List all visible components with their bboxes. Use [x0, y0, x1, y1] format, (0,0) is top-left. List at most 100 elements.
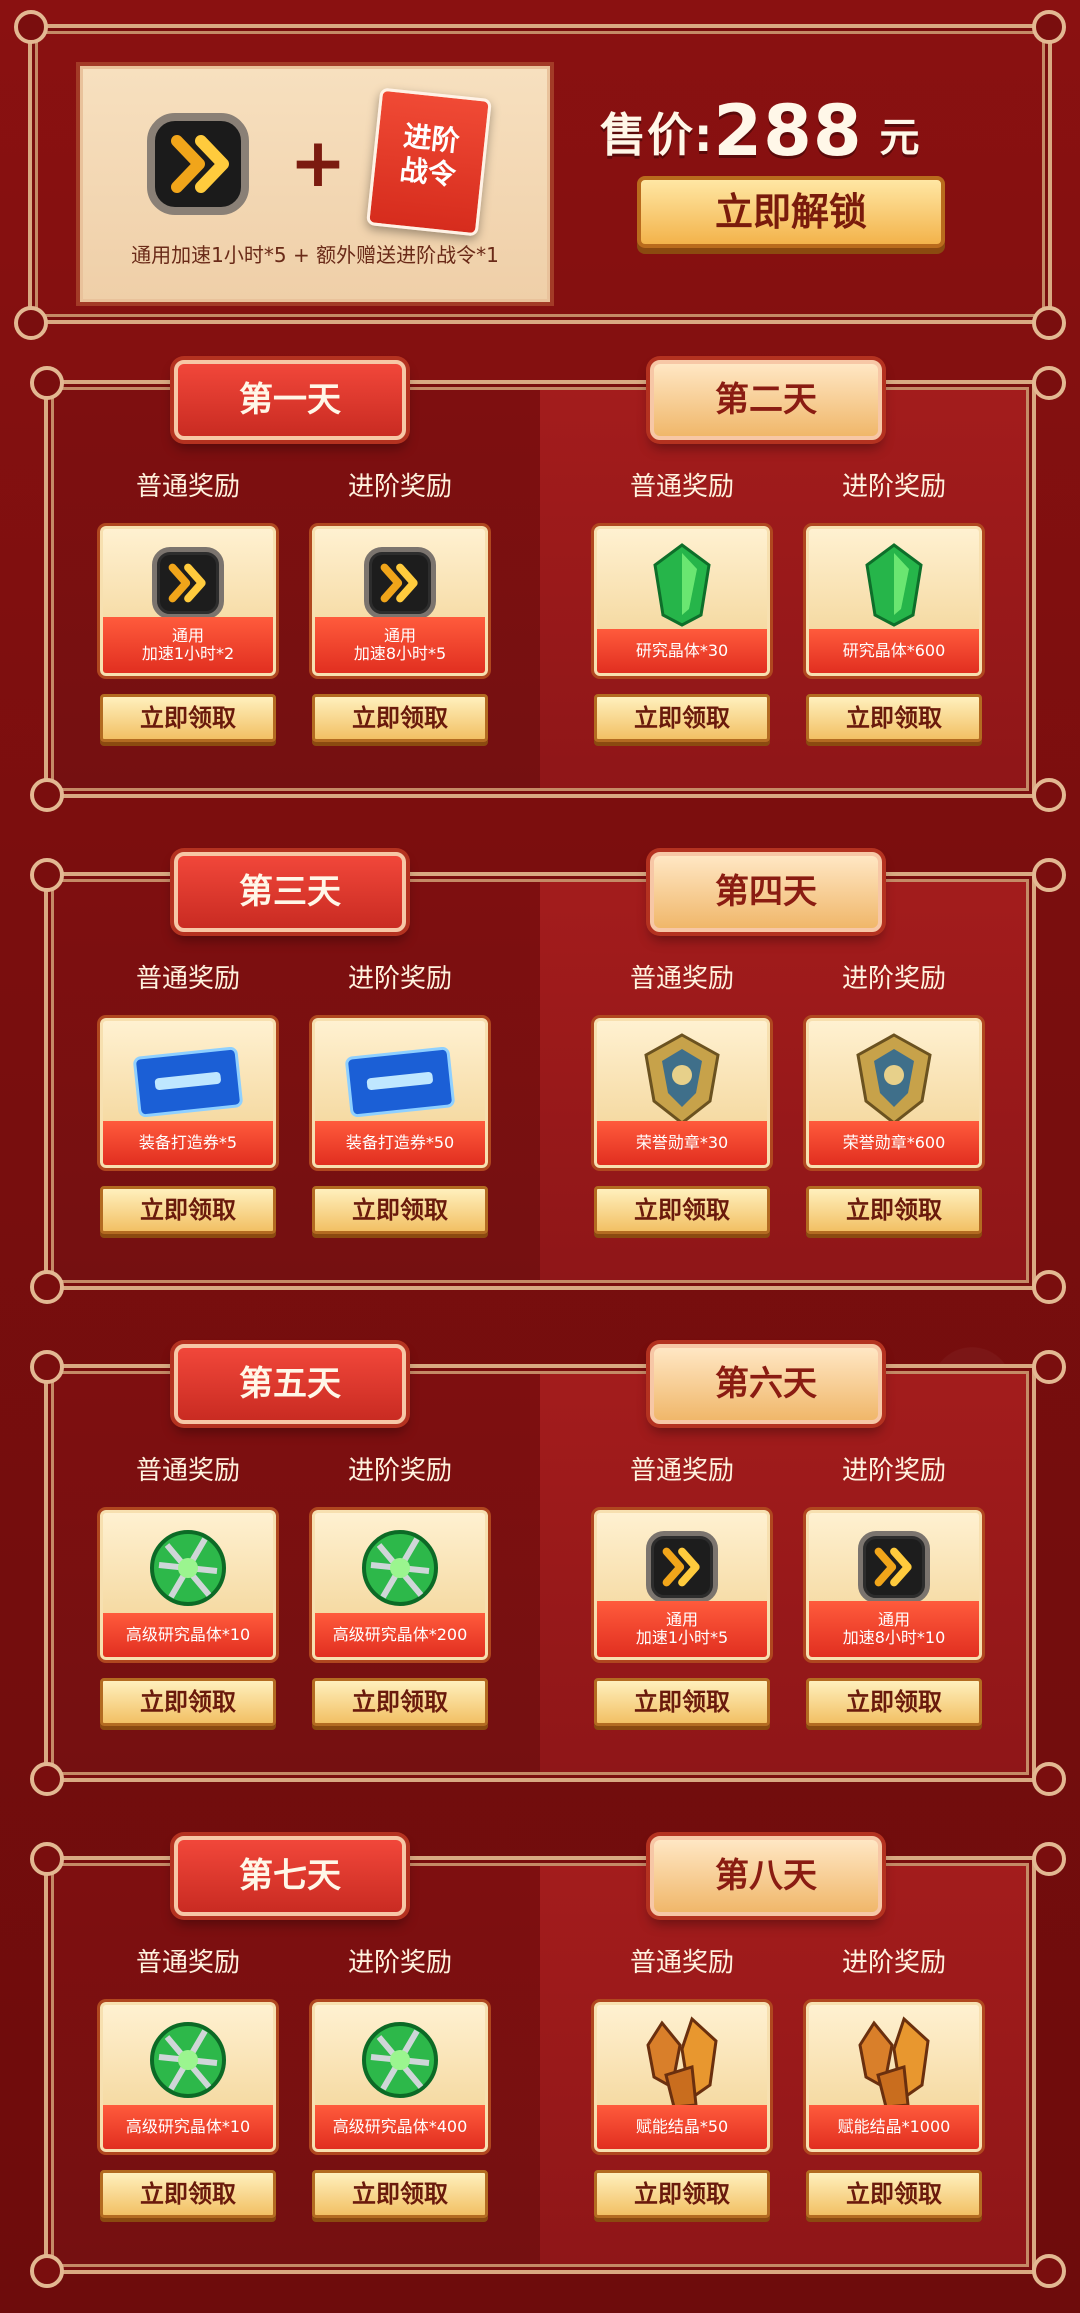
reward-card: 荣誉勋章*30 [594, 1018, 770, 1168]
crystal-icon [649, 543, 715, 627]
reward-name-text: 高级研究晶体*400 [332, 2117, 468, 2136]
advanced-reward-label: 进阶奖励 [347, 472, 452, 502]
claim-button[interactable]: 立即领取 [594, 1186, 770, 1234]
corner-ornament [30, 1842, 64, 1876]
claim-button[interactable]: 立即领取 [100, 2170, 276, 2218]
advanced-reward-label: 进阶奖励 [347, 964, 452, 994]
reward-name: 通用 加速8小时*10 [809, 1601, 979, 1657]
advanced-pass-token-icon: 进阶 战令 [366, 87, 492, 237]
claim-button[interactable]: 立即领取 [806, 2170, 982, 2218]
reward-name-text: 高级研究晶体*10 [125, 2117, 251, 2136]
reward-card: 通用 加速1小时*5 [594, 1510, 770, 1660]
corner-ornament [14, 306, 48, 340]
advanced-crystal-icon [357, 2017, 443, 2103]
reward-card: 通用 加速1小时*2 [100, 526, 276, 676]
corner-ornament [30, 1270, 64, 1304]
claim-button[interactable]: 立即领取 [806, 1678, 982, 1726]
corner-ornament [1032, 306, 1066, 340]
unlock-button[interactable]: 立即解锁 [637, 176, 945, 248]
reward-name: 研究晶体*30 [597, 629, 767, 673]
reward-name: 装备打造券*5 [103, 1121, 273, 1165]
crystal-icon [861, 543, 927, 627]
speed-icon [646, 1531, 718, 1603]
reward-name-text: 高级研究晶体*10 [125, 1625, 251, 1644]
day-title: 第三天 [174, 852, 406, 932]
speed-icon [152, 547, 224, 619]
reward-name-text: 赋能结晶*50 [635, 2117, 729, 2136]
reward-name-top: 通用 [383, 626, 416, 645]
corner-ornament [1032, 858, 1066, 892]
reward-name-text: 赋能结晶*1000 [837, 2117, 951, 2136]
claim-button[interactable]: 立即领取 [594, 694, 770, 742]
corner-ornament [1032, 1270, 1066, 1304]
claim-button[interactable]: 立即领取 [100, 1186, 276, 1234]
claim-button[interactable]: 立即领取 [806, 1186, 982, 1234]
reward-card: 赋能结晶*50 [594, 2002, 770, 2152]
claim-button[interactable]: 立即领取 [312, 2170, 488, 2218]
advanced-crystal-icon [145, 1525, 231, 1611]
corner-ornament [30, 778, 64, 812]
speed-icon [858, 1531, 930, 1603]
price-value: 288 [713, 90, 863, 172]
corner-ornament [30, 1762, 64, 1796]
claim-button[interactable]: 立即领取 [312, 1186, 488, 1234]
reward-name-text: 研究晶体*600 [842, 641, 946, 660]
corner-ornament [1032, 1762, 1066, 1796]
corner-ornament [30, 858, 64, 892]
reward-name-text: 高级研究晶体*200 [332, 1625, 468, 1644]
reward-card: 通用 加速8小时*5 [312, 526, 488, 676]
reward-name: 荣誉勋章*30 [597, 1121, 767, 1165]
price-label: 售价:288 元 [600, 90, 921, 172]
claim-button[interactable]: 立即领取 [100, 694, 276, 742]
advanced-reward-label: 进阶奖励 [841, 1948, 946, 1978]
reward-name: 通用 加速1小时*5 [597, 1601, 767, 1657]
day-title: 第一天 [174, 360, 406, 440]
advanced-crystal-icon [145, 2017, 231, 2103]
reward-card: 高级研究晶体*10 [100, 2002, 276, 2152]
normal-reward-label: 普通奖励 [135, 1948, 240, 1978]
advanced-reward-label: 进阶奖励 [841, 472, 946, 502]
claim-button[interactable]: 立即领取 [806, 694, 982, 742]
reward-name: 装备打造券*50 [315, 1121, 485, 1165]
reward-name: 高级研究晶体*10 [103, 1613, 273, 1657]
claim-button[interactable]: 立即领取 [594, 1678, 770, 1726]
reward-name: 赋能结晶*50 [597, 2105, 767, 2149]
normal-reward-label: 普通奖励 [629, 472, 734, 502]
reward-name: 通用 加速8小时*5 [315, 617, 485, 673]
reward-name: 高级研究晶体*400 [315, 2105, 485, 2149]
reward-card: 赋能结晶*1000 [806, 2002, 982, 2152]
advanced-reward-label: 进阶奖励 [841, 1456, 946, 1486]
reward-card: 通用 加速8小时*10 [806, 1510, 982, 1660]
price-unit: 元 [879, 115, 921, 161]
reward-name-text: 装备打造券*5 [138, 1133, 238, 1152]
corner-ornament [30, 1350, 64, 1384]
reward-name: 高级研究晶体*10 [103, 2105, 273, 2149]
reward-name-text: 加速8小时*10 [842, 1628, 946, 1647]
price-prefix: 售价: [600, 108, 714, 162]
reward-name-top: 通用 [665, 1610, 698, 1629]
normal-reward-label: 普通奖励 [135, 964, 240, 994]
medal-icon [636, 1031, 728, 1127]
plus-sign: + [289, 124, 347, 203]
day-title: 第八天 [650, 1836, 882, 1916]
claim-button[interactable]: 立即领取 [312, 1678, 488, 1726]
reward-card: 研究晶体*30 [594, 526, 770, 676]
reward-name-text: 研究晶体*30 [635, 641, 729, 660]
claim-button[interactable]: 立即领取 [594, 2170, 770, 2218]
claim-button[interactable]: 立即领取 [312, 694, 488, 742]
reward-card: 装备打造券*5 [100, 1018, 276, 1168]
day-title: 第四天 [650, 852, 882, 932]
reward-name-text: 加速1小时*5 [635, 1628, 729, 1647]
corner-ornament [1032, 2254, 1066, 2288]
normal-reward-label: 普通奖励 [135, 1456, 240, 1486]
claim-button[interactable]: 立即领取 [100, 1678, 276, 1726]
day-title: 第五天 [174, 1344, 406, 1424]
reward-name-text: 荣誉勋章*30 [635, 1133, 729, 1152]
reward-card: 高级研究晶体*200 [312, 1510, 488, 1660]
day-title: 第七天 [174, 1836, 406, 1916]
reward-card: 高级研究晶体*400 [312, 2002, 488, 2152]
corner-ornament [14, 10, 48, 44]
energy-crystal-icon [848, 2015, 940, 2109]
reward-name: 通用 加速1小时*2 [103, 617, 273, 673]
bundle-panel: + 进阶 战令 通用加速1小时*5 + 额外赠送进阶战令*1 [80, 66, 550, 302]
